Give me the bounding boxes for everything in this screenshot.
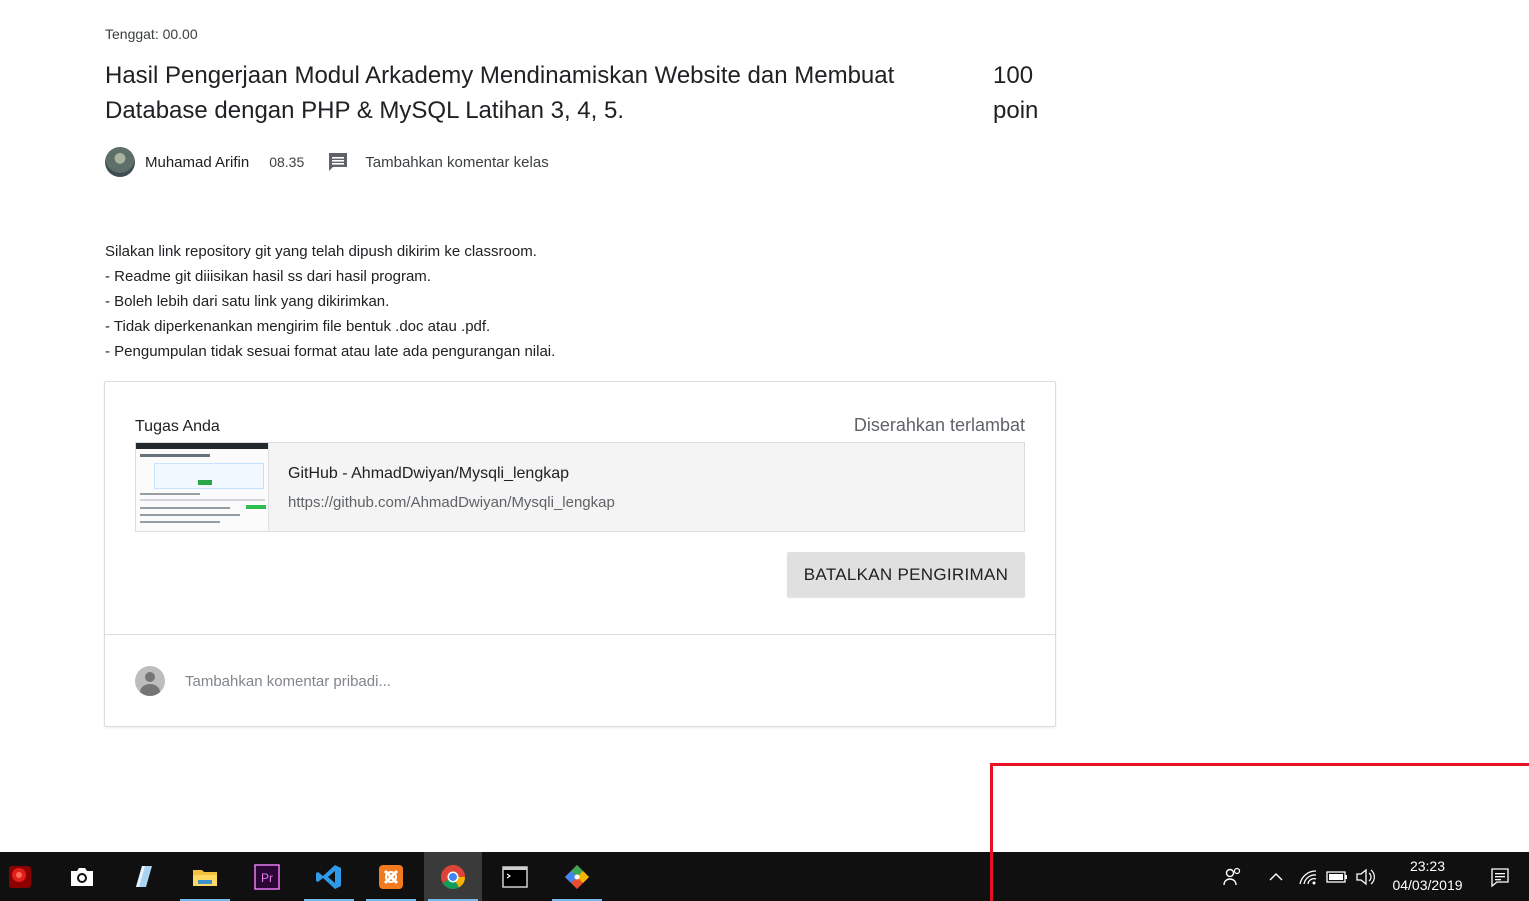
git-icon[interactable]	[548, 852, 606, 901]
attachment-thumbnail	[136, 443, 269, 531]
private-comment-row	[135, 666, 785, 696]
file-explorer-icon[interactable]	[176, 852, 234, 901]
due-date: Tenggat: 00.00	[105, 26, 198, 42]
assignment-meta: Muhamad Arifin 08.35 Tambahkan komentar …	[105, 147, 549, 177]
volume-icon[interactable]	[1352, 852, 1378, 901]
camera-icon[interactable]	[53, 852, 111, 901]
xampp-icon[interactable]	[362, 852, 420, 901]
taskbar: Pr 23:23 04/03/2019	[0, 852, 1529, 901]
notepad-icon[interactable]	[114, 852, 172, 901]
svg-text:Pr: Pr	[261, 871, 273, 885]
people-icon[interactable]	[1218, 852, 1246, 901]
description-line: - Pengumpulan tidak sesuai format atau l…	[105, 343, 556, 360]
assignment-title: Hasil Pengerjaan Modul Arkademy Mendinam…	[105, 62, 895, 124]
description-line: - Tidak diperkenankan mengirim file bent…	[105, 318, 491, 335]
add-class-comment-link[interactable]: Tambahkan komentar kelas	[365, 154, 548, 171]
divider	[105, 634, 1055, 635]
your-work-card: Tugas Anda Diserahkan terlambat GitHub -…	[104, 381, 1056, 727]
posted-time: 08.35	[269, 154, 305, 170]
vscode-icon[interactable]	[300, 852, 358, 901]
user-avatar	[135, 666, 165, 696]
chrome-icon[interactable]	[424, 852, 482, 901]
comment-icon[interactable]	[326, 150, 350, 174]
chevron-up-icon[interactable]	[1264, 852, 1288, 901]
unsubmit-button[interactable]: BATALKAN PENGIRIMAN	[787, 552, 1025, 597]
description-line: - Boleh lebih dari satu link yang dikiri…	[105, 293, 390, 310]
assignment-points: 100 poin	[993, 62, 1039, 124]
action-center-icon[interactable]	[1486, 852, 1514, 901]
attachment-url[interactable]: https://github.com/AhmadDwiyan/Mysqli_le…	[288, 494, 615, 511]
attachment-details: GitHub - AhmadDwiyan/Mysqli_lengkap http…	[269, 443, 615, 531]
your-work-heading: Tugas Anda	[135, 418, 220, 435]
card-header: Tugas Anda Diserahkan terlambat	[135, 415, 1025, 439]
description-line: Silakan link repository git yang telah d…	[105, 243, 537, 260]
author-avatar	[105, 147, 135, 177]
submission-status: Diserahkan terlambat	[853, 415, 1025, 435]
author-name: Muhamad Arifin	[145, 153, 250, 171]
attachment-title[interactable]: GitHub - AhmadDwiyan/Mysqli_lengkap	[288, 465, 615, 483]
private-comment-input[interactable]	[185, 672, 785, 690]
terminal-icon[interactable]	[486, 852, 544, 901]
description-line: - Readme git diiisikan hasil ss dari has…	[105, 268, 431, 285]
battery-icon[interactable]	[1324, 852, 1350, 901]
red-app-icon[interactable]	[0, 852, 40, 901]
clock-date: 04/03/2019	[1392, 877, 1463, 893]
clock-time: 23:23	[1409, 858, 1446, 874]
premiere-pro-icon[interactable]: Pr	[238, 852, 296, 901]
assignment-description: Silakan link repository git yang telah d…	[105, 239, 805, 364]
wifi-icon[interactable]	[1295, 852, 1321, 901]
system-clock[interactable]: 23:23 04/03/2019	[1380, 857, 1475, 895]
link-attachment[interactable]: GitHub - AhmadDwiyan/Mysqli_lengkap http…	[135, 442, 1025, 532]
